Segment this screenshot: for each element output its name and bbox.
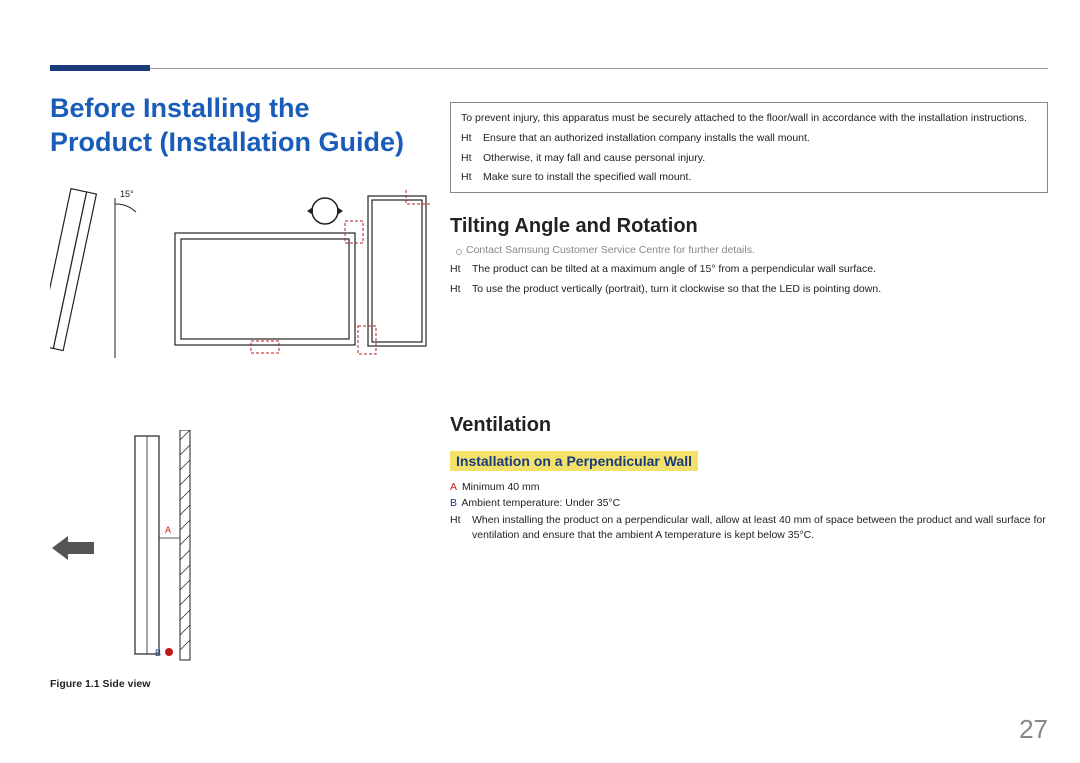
figure-ventilation: A B Figure 1.1 Side view bbox=[50, 430, 430, 690]
bullet-tag: Ht bbox=[461, 151, 483, 167]
warning-intro: To prevent injury, this apparatus must b… bbox=[461, 111, 1037, 127]
bullet-text: The product can be tilted at a maximum a… bbox=[472, 262, 876, 278]
svg-text:A: A bbox=[165, 525, 171, 535]
heading-tilting: Tilting Angle and Rotation bbox=[450, 215, 1048, 238]
page-number: 27 bbox=[1019, 714, 1048, 745]
spec-b: B Ambient temperature: Under 35°C bbox=[450, 497, 1048, 509]
bullet-text: Make sure to install the specified wall … bbox=[483, 170, 691, 186]
bullet-tag: Ht bbox=[461, 170, 483, 186]
figure-tilting: 15° bbox=[50, 188, 430, 368]
warning-box: To prevent injury, this apparatus must b… bbox=[450, 102, 1048, 193]
bullet-text: Ensure that an authorized installation c… bbox=[483, 131, 810, 147]
bullet-text: When installing the product on a perpend… bbox=[472, 513, 1048, 545]
svg-text:B: B bbox=[155, 648, 161, 658]
page-title: Before Installing the Product (Installat… bbox=[50, 92, 410, 160]
header-rule bbox=[50, 68, 1048, 69]
note-tilting: Contact Samsung Customer Service Centre … bbox=[456, 244, 1048, 256]
figure-caption: Figure 1.1 Side view bbox=[50, 678, 430, 690]
header-accent bbox=[50, 65, 150, 71]
subheading-ventilation: Installation on a Perpendicular Wall bbox=[450, 451, 698, 471]
svg-text:15°: 15° bbox=[120, 189, 134, 199]
bullet-text: Otherwise, it may fall and cause persona… bbox=[483, 151, 705, 167]
bullet-tag: Ht bbox=[450, 282, 472, 298]
bullet-tag: Ht bbox=[450, 513, 472, 545]
heading-ventilation: Ventilation bbox=[450, 414, 1048, 437]
spec-a: A Minimum 40 mm bbox=[450, 481, 1048, 493]
bullet-tag: Ht bbox=[461, 131, 483, 147]
bullet-text: To use the product vertically (portrait)… bbox=[472, 282, 881, 298]
bullet-tag: Ht bbox=[450, 262, 472, 278]
